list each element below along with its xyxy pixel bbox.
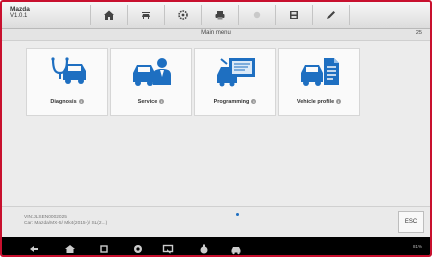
diagnosis-tile[interactable]: Diagnosis i [26, 48, 108, 116]
info-icon[interactable]: i [78, 99, 84, 105]
top-toolbar: Mazda V1.0.1 [2, 2, 430, 29]
vci-button[interactable] [198, 242, 210, 254]
edit-icon [327, 11, 335, 19]
vehicle-button[interactable] [230, 242, 242, 255]
save-icon [290, 11, 298, 19]
recent-apps-button[interactable] [98, 242, 110, 254]
back-arrow-icon [30, 246, 38, 252]
recent-apps-icon [100, 245, 108, 253]
back-button[interactable] [28, 242, 40, 254]
home-icon [104, 10, 114, 20]
brand-make: Mazda [10, 6, 30, 13]
toolbar-buttons [90, 5, 350, 25]
home-button[interactable] [90, 5, 128, 25]
record-button[interactable] [239, 5, 276, 25]
vehicle-profile-label-text: Vehicle profile [296, 99, 335, 105]
battery-level: 81% [412, 244, 422, 249]
car-lift-icon [142, 12, 150, 19]
vci-icon [200, 244, 208, 254]
printer-icon [215, 11, 225, 20]
camera-button[interactable] [132, 242, 144, 254]
diagnosis-label-text: Diagnosis [50, 99, 77, 105]
info-icon[interactable]: i [336, 99, 342, 105]
camera-icon [134, 245, 142, 253]
stethoscope-car-icon [51, 57, 86, 84]
service-label-text: Service [137, 99, 158, 105]
vehicle-brand: Mazda V1.0.1 [10, 6, 30, 20]
corner-indicator: 25 [415, 30, 422, 36]
service-label: Service i [111, 99, 191, 105]
brand-version: V1.0.1 [10, 13, 28, 19]
programming-label: Programming i [195, 99, 275, 105]
home-nav-icon [65, 245, 75, 253]
settings-icon [178, 10, 188, 20]
android-nav-bar: 81% [2, 237, 430, 255]
vehicle-profile-tile[interactable]: Vehicle profile i [278, 48, 360, 116]
vehicle-description: Car: Mazda/MX-5/ Mk4(2015-)/ SL(2...) [24, 221, 108, 226]
service-technician-icon [133, 58, 171, 86]
main-menu-tiles: Diagnosis i Service i Programming i Vehi… [26, 48, 360, 116]
title-bar: Main menu 25 [2, 29, 430, 41]
edit-button[interactable] [313, 5, 350, 25]
service-tile[interactable]: Service i [110, 48, 192, 116]
info-icon[interactable]: i [159, 99, 165, 105]
diagnosis-label: Diagnosis i [27, 99, 107, 105]
app-window: Mazda V1.0.1 Main menu 25 Diagnosis i Se… [0, 0, 432, 257]
status-indicators: 81% [413, 244, 422, 249]
print-button[interactable] [202, 5, 239, 25]
programming-label-text: Programming [213, 99, 250, 105]
vehicle-info: VIN:JLSEN0002025 Car: Mazda/MX-5/ Mk4(20… [24, 215, 107, 227]
esc-button[interactable]: ESC [398, 211, 424, 233]
car-icon [231, 247, 241, 255]
programming-ecu-icon [217, 58, 255, 87]
vehicle-info-panel: VIN:JLSEN0002025 Car: Mazda/MX-5/ Mk4(20… [2, 206, 430, 237]
screen-record-icon [162, 244, 174, 254]
vehicle-profile-label: Vehicle profile i [279, 99, 359, 105]
home-nav-button[interactable] [64, 242, 76, 254]
info-icon[interactable]: i [251, 99, 257, 105]
page-indicator-dot [236, 213, 239, 216]
page-title: Main menu [201, 30, 231, 36]
vehicle-lift-button[interactable] [128, 5, 165, 25]
record-icon [253, 11, 261, 19]
save-button[interactable] [276, 5, 313, 25]
screen-record-button[interactable] [162, 242, 174, 254]
vehicle-profile-icon [301, 58, 339, 86]
programming-tile[interactable]: Programming i [194, 48, 276, 116]
settings-button[interactable] [165, 5, 202, 25]
